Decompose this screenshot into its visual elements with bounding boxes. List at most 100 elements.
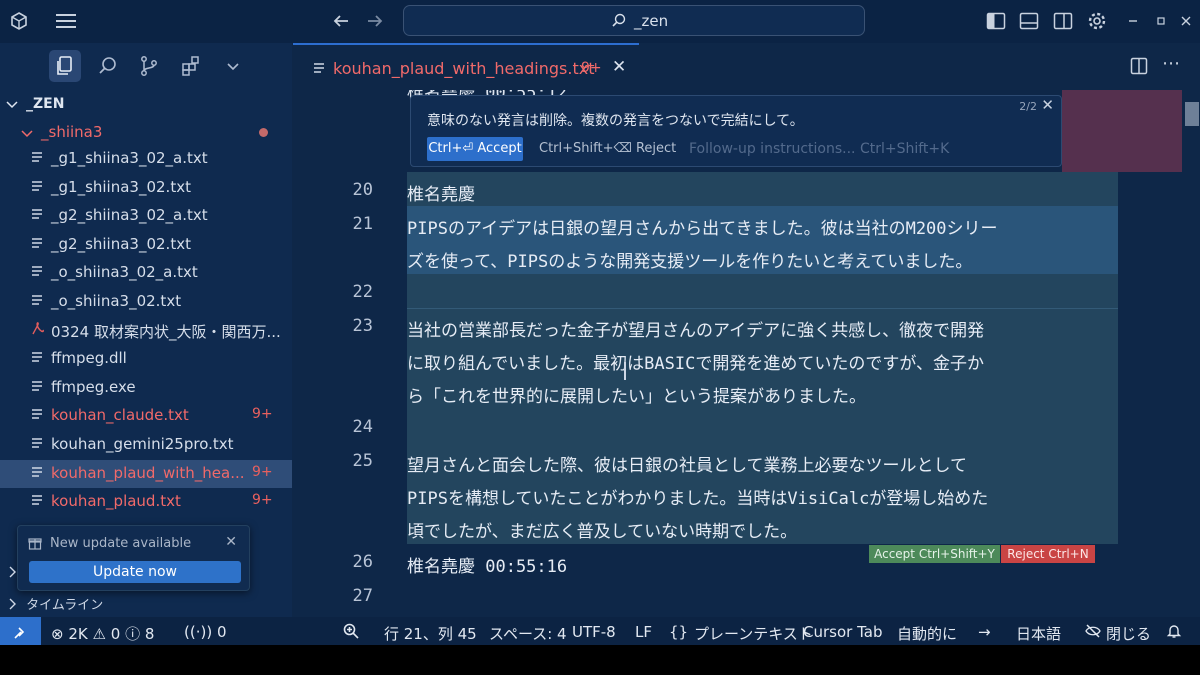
file-row[interactable]: kouhan_plaud_with_hea... 9+ <box>0 459 292 488</box>
broadcast-icon: ((·)) <box>184 623 213 641</box>
file-row[interactable]: ffmpeg.dll <box>0 345 292 373</box>
file-row[interactable]: kouhan_plaud.txt 9+ <box>0 488 292 516</box>
cursor-tab[interactable]: Cursor Tab <box>803 623 882 641</box>
close-window-icon[interactable] <box>1180 12 1192 34</box>
file-row[interactable]: _g2_shiina3_02.txt <box>0 231 292 259</box>
file-name: kouhan_gemini25pro.txt <box>51 435 234 453</box>
problems-badge: 9+ <box>581 60 602 76</box>
more-actions-icon[interactable]: ⋯ <box>1162 53 1180 74</box>
bell-icon[interactable] <box>1166 623 1182 641</box>
accept-button[interactable]: Ctrl+⏎ Accept <box>427 137 523 161</box>
file-row[interactable]: _g1_shiina3_02_a.txt <box>0 145 292 173</box>
scrollbar-thumb[interactable] <box>1185 102 1199 126</box>
editor-area[interactable]: 椎名堯慶 00:55:12 20椎名堯慶21PIPSのアイデアは日銀の望月さんか… <box>293 90 1200 617</box>
error-count: 2K <box>68 625 88 643</box>
code-line[interactable]: ズを使って、PIPSのような開発支援ツールを作りたいと考えていました。 <box>407 247 972 272</box>
back-arrow-icon[interactable] <box>332 12 350 34</box>
line-number: 26 <box>352 552 373 572</box>
code-line[interactable]: に取り組んでいました。最初はBASICで開発を進めていたのですが、金子か <box>407 349 984 374</box>
prompt-counter: 2/2 <box>1019 100 1037 113</box>
remote-indicator[interactable] <box>0 617 41 645</box>
toggle-secondary-sidebar-icon[interactable] <box>1053 12 1073 34</box>
source-control-icon[interactable] <box>133 50 165 82</box>
close-label[interactable]: 閉じる <box>1106 623 1151 644</box>
app-window: _zen _ZEN _shiina3 _g1_shiina3_02_a.txt … <box>0 0 1200 645</box>
text-file-icon <box>314 63 324 73</box>
maximize-icon[interactable] <box>1155 12 1167 34</box>
code-line[interactable]: 望月さんと面会した際、彼は日銀の社員として業務上必要なツールとして <box>407 451 967 476</box>
pdf-file-icon <box>31 321 44 336</box>
extensions-icon[interactable] <box>175 50 207 82</box>
end-of-line[interactable]: LF <box>635 623 652 641</box>
toggle-panel-icon[interactable] <box>1019 12 1039 34</box>
folder-label: _shiina3 <box>41 123 103 141</box>
file-row[interactable]: _g1_shiina3_02.txt <box>0 174 292 202</box>
forward-arrow-icon[interactable] <box>366 12 384 34</box>
close-icon[interactable]: ✕ <box>225 534 237 550</box>
language-mode[interactable]: プレーンテキスト <box>694 623 813 644</box>
update-notification: New update available ✕ Update now <box>17 525 250 591</box>
folder-row[interactable]: _shiina3 <box>0 119 292 147</box>
command-center-search[interactable]: _zen <box>403 5 865 36</box>
update-now-button[interactable]: Update now <box>29 561 241 583</box>
code-line[interactable]: 頃でしたが、まだ広く普及していない時期でした。 <box>407 517 797 542</box>
explorer-view-icon[interactable] <box>49 50 81 82</box>
problems-indicator[interactable]: ⊗ 2K ⚠ 0 ⓘ 8 <box>51 623 154 644</box>
file-row[interactable]: _o_shiina3_02_a.txt <box>0 259 292 287</box>
cursor-position[interactable]: 行 21、列 45 <box>384 623 477 644</box>
split-editor-icon[interactable] <box>1130 57 1148 79</box>
locale[interactable]: 日本語 <box>1016 623 1061 644</box>
followup-input[interactable]: Follow-up instructions... Ctrl+Shift+K <box>689 141 949 157</box>
code-line[interactable]: 椎名堯慶 00:55:16 <box>407 552 567 577</box>
text-file-icon <box>31 236 43 250</box>
encoding[interactable]: UTF-8 <box>572 623 616 641</box>
text-file-icon <box>31 207 43 221</box>
workspace-root[interactable]: _ZEN <box>0 91 292 118</box>
file-name: _o_shiina3_02.txt <box>51 292 182 310</box>
text-file-icon <box>31 465 43 479</box>
search-view-icon[interactable] <box>92 50 124 82</box>
tab-kouhan-plaud-with-headings[interactable]: kouhan_plaud_with_headings.txt 9+ ✕ <box>293 43 639 90</box>
arrow-right-icon[interactable]: → <box>978 623 991 641</box>
inline-accept-button[interactable]: Accept Ctrl+Shift+Y <box>869 545 1000 563</box>
code-line[interactable]: 当社の営業部長だった金子が望月さんのアイデアに強く共感し、徹夜で開発 <box>407 316 984 341</box>
code-line[interactable]: 椎名堯慶 <box>407 180 475 205</box>
code-line[interactable]: PIPSのアイデアは日銀の望月さんから出てきました。彼は当社のM200シリー <box>407 214 998 239</box>
file-row[interactable]: 0324 取材案内状_大阪・関西万... <box>0 317 292 345</box>
file-row[interactable]: kouhan_gemini25pro.txt <box>0 431 292 459</box>
braces-icon: {} <box>669 623 689 641</box>
line-number: 20 <box>352 180 373 200</box>
line-number: 22 <box>352 282 373 302</box>
minimize-icon[interactable] <box>1127 12 1139 34</box>
file-row[interactable]: kouhan_claude.txt 9+ <box>0 402 292 430</box>
close-tab-icon[interactable]: ✕ <box>612 57 626 77</box>
file-name: ffmpeg.exe <box>51 377 136 396</box>
close-icon[interactable]: ✕ <box>1041 96 1054 114</box>
eye-off-icon <box>1085 623 1101 641</box>
inline-edit-prompt: 意味のない発言は削除。複数の発言をつないで完結にして。 2/2 ✕ Ctrl+⏎… <box>410 95 1062 167</box>
reject-button[interactable]: Ctrl+Shift+⌫ Reject <box>539 141 676 156</box>
chevron-down-icon <box>21 130 33 138</box>
zoom-icon[interactable] <box>343 623 359 641</box>
menu-icon[interactable] <box>55 12 77 34</box>
file-row[interactable]: _g2_shiina3_02_a.txt <box>0 202 292 230</box>
code-line[interactable]: ら「これを世界的に展開したい」という提案がありました。 <box>407 382 866 407</box>
toggle-sidebar-icon[interactable] <box>986 12 1006 34</box>
ports-indicator[interactable]: ((·)) 0 <box>184 623 227 641</box>
file-row[interactable]: ffmpeg.exe <box>0 374 292 402</box>
auto-mode[interactable]: 自動的に <box>897 623 957 644</box>
code-line[interactable]: PIPSを構想していたことがわかりました。当時はVisiCalcが登場し始めた <box>407 484 988 509</box>
line-number: 24 <box>352 417 373 437</box>
warning-count: 0 <box>110 625 121 643</box>
prompt-text: 意味のない発言は削除。複数の発言をつないで完結にして。 <box>427 113 804 129</box>
outline-section-toggle[interactable] <box>6 565 18 583</box>
file-name: _g1_shiina3_02_a.txt <box>51 149 208 167</box>
chevron-right-icon <box>9 566 16 578</box>
inline-reject-button[interactable]: Reject Ctrl+N <box>1001 545 1095 563</box>
timeline-section[interactable]: タイムライン <box>6 594 103 613</box>
gear-icon[interactable] <box>1087 11 1107 35</box>
file-row[interactable]: _o_shiina3_02.txt <box>0 288 292 316</box>
chevron-down-icon[interactable] <box>217 50 249 82</box>
app-logo-icon <box>10 12 28 34</box>
indentation[interactable]: スペース: 4 <box>489 623 567 644</box>
